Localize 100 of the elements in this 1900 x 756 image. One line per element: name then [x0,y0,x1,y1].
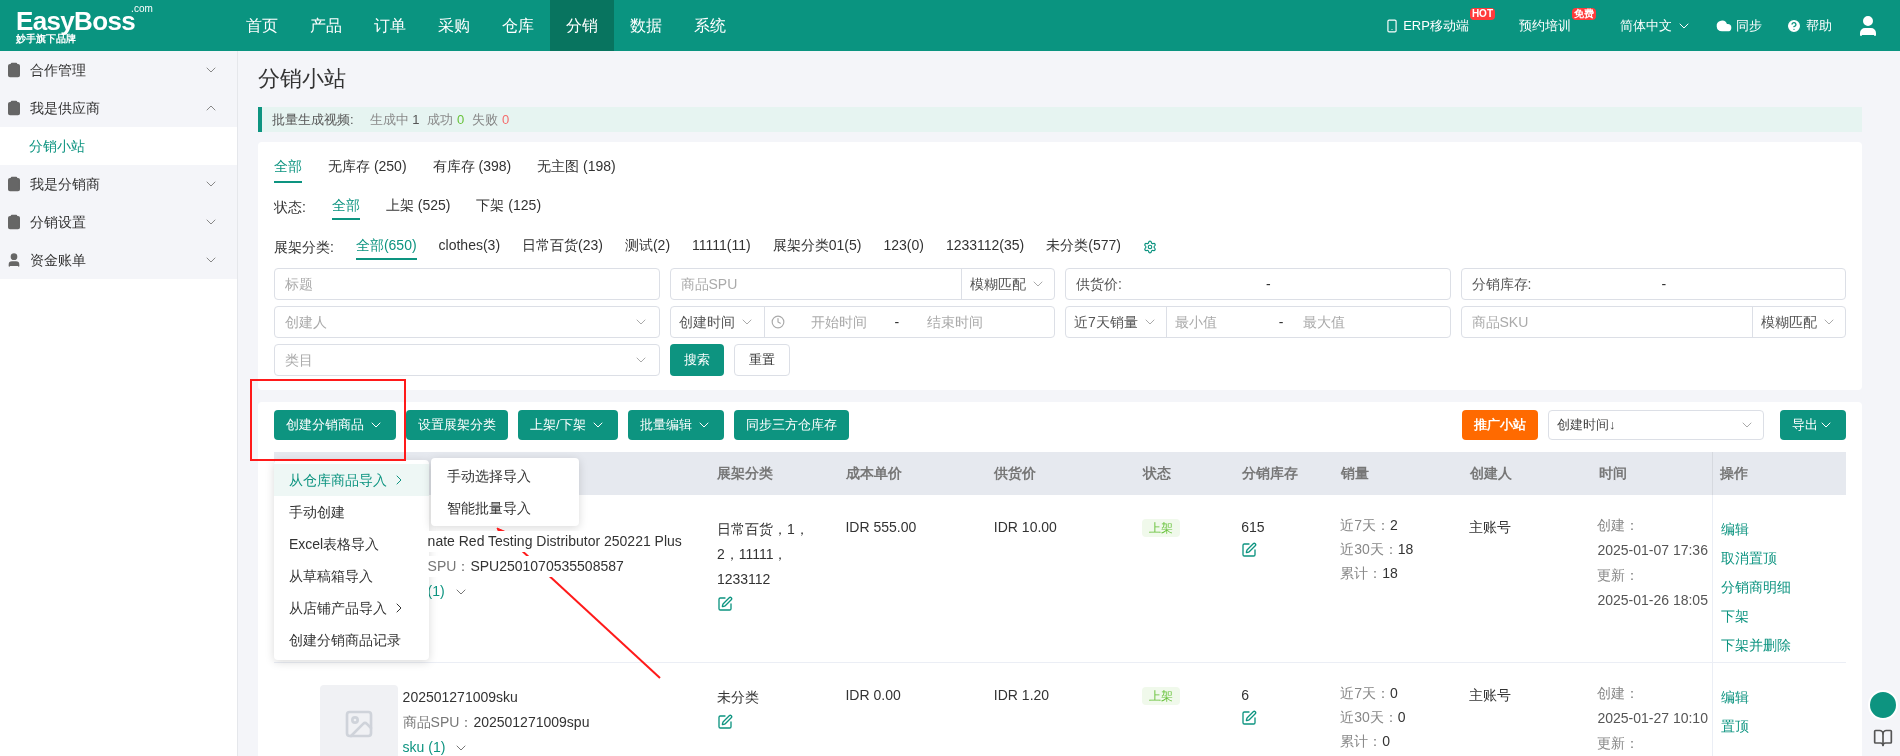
toolbar-button[interactable]: 批量编辑 [627,410,724,440]
mobile-button[interactable]: ERP移动端 [1385,11,1469,40]
help-button[interactable]: 帮助 [1786,11,1832,40]
spu-value: 202501271009spu [473,713,590,732]
banner-stat: 成功 0 [427,110,465,129]
toolbar-button[interactable]: 创建分销商品 [274,410,396,440]
action-link[interactable]: 编辑 [1721,519,1838,540]
promote-button[interactable]: 推广小站 [1462,410,1538,440]
menu-item[interactable]: 从仓库商品导入 [274,464,429,496]
help-icon [1786,17,1802,34]
sidebar-subitem[interactable]: 分销小站 [0,127,237,165]
filter-tab[interactable]: 无库存 (250) [328,155,407,183]
clipboard-icon [6,100,22,116]
menu-item[interactable]: 从草稿箱导入 [274,560,429,592]
menu-item[interactable]: 手动选择导入 [431,460,579,492]
sales-type-select[interactable]: 近7天销量 [1066,307,1167,337]
sales-range-field[interactable]: 近7天销量 最小值 - 最大值 [1065,306,1451,338]
action-link[interactable]: 取消置顶 [1721,548,1838,569]
filter-option[interactable]: 全部(650) [355,234,417,260]
filter-option[interactable]: 未分类(577) [1046,234,1121,260]
match-select[interactable]: 模糊匹配 [961,269,1054,299]
sort-select[interactable]: 创建时间↓ [1548,410,1764,440]
filter-option[interactable]: 测试(2) [624,234,671,260]
filter-tab[interactable]: 无主图 (198) [537,155,616,183]
nav-item[interactable]: 仓库 [486,0,550,51]
nav-item[interactable]: 产品 [294,0,358,51]
nav-item[interactable]: 分销 [550,0,614,51]
filter-option[interactable]: 展架分类01(5) [772,234,862,260]
menu-item[interactable]: Excel表格导入 [274,528,429,560]
field-placeholder: 最小值 [1174,312,1217,332]
sidebar-item[interactable]: 资金账单 [0,241,237,279]
match-select[interactable]: 模糊匹配 [1752,307,1845,337]
menu-item[interactable]: 从店铺产品导入 [274,592,429,624]
action-link[interactable]: 下架 [1721,606,1838,627]
sidebar-label: 我是供应商 [30,98,100,118]
nav-item[interactable]: 系统 [678,0,742,51]
filter-option[interactable]: 上架 (525) [385,194,451,220]
sales-label: 累计： [1340,564,1383,583]
assistant-avatar[interactable] [1868,690,1898,720]
menu-item[interactable]: 智能批量导入 [431,492,579,524]
help-book-icon[interactable] [1873,728,1893,748]
field-placeholder: 商品SPU [679,274,739,294]
filter-option[interactable]: 11111(11) [692,234,751,260]
nav-item[interactable]: 首页 [230,0,294,51]
column-header: 时间 [1598,464,1627,483]
filter-option[interactable]: 123(0) [883,234,924,260]
sidebar-label: 我是分销商 [30,174,100,194]
filter-option[interactable]: 下架 (125) [476,194,542,220]
sync-button[interactable]: 同步 [1716,11,1762,40]
sidebar-item[interactable]: 我是供应商 [0,89,237,127]
filter-tab[interactable]: 有库存 (398) [432,155,512,183]
reset-button[interactable]: 重置 [733,344,790,376]
column-header: 销量 [1341,464,1370,483]
cost-price: IDR 555.00 [845,519,917,535]
field-label: 分销库存: [1471,274,1533,294]
filter-option[interactable]: clothes(3) [438,234,501,260]
spu-field[interactable]: 商品SPU 模糊匹配 [669,268,1055,300]
menu-item[interactable]: 手动创建 [274,496,429,528]
sku-link[interactable]: sku (1) [402,737,590,756]
action-link[interactable]: 分销商明细 [1721,577,1838,598]
export-button[interactable]: 导出 [1780,410,1846,440]
price-range-field[interactable]: 供货价: - [1065,268,1451,300]
creator-name: 主账号 [1468,687,1511,703]
toolbar-button[interactable]: 上架/下架 [518,410,618,440]
date-type-select[interactable]: 创建时间 [670,307,765,337]
sidebar-item[interactable]: 合作管理 [0,51,237,89]
sidebar-item[interactable]: 我是分销商 [0,165,237,203]
range-separator: - [1266,274,1271,294]
action-link[interactable]: 下架并删除 [1721,635,1838,656]
filter-option[interactable]: 1233112(35) [945,234,1025,260]
language-button[interactable]: 简体中文 [1620,11,1692,40]
settings-icon[interactable] [1142,240,1157,254]
nav-item[interactable]: 采购 [422,0,486,51]
sidebar-item[interactable]: 分销设置 [0,203,237,241]
sales-label: 近7天： [1340,684,1390,703]
toolbar-button[interactable]: 同步三方仓库存 [733,410,849,440]
edit-icon[interactable] [1241,542,1258,558]
edit-icon[interactable] [716,714,733,730]
action-link[interactable]: 编辑 [1721,687,1838,708]
supply-price: IDR 1.20 [993,687,1050,703]
filter-option[interactable]: 全部 [331,194,360,220]
time-value: 2025-01-26 18:05 [1597,591,1706,610]
filter-tab[interactable]: 全部 [274,155,302,183]
training-button[interactable]: 预约培训 [1519,11,1571,40]
toolbar-button[interactable]: 设置展架分类 [406,410,508,440]
column-header: 展架分类 [717,464,774,483]
date-range-field[interactable]: 创建时间 开始时间 - 结束时间 [669,306,1055,338]
range-separator: - [1278,312,1284,332]
stock-range-field[interactable]: 分销库存: - [1460,268,1846,300]
sales-label: 累计： [1340,732,1383,751]
menu-item[interactable]: 创建分销商品记录 [274,624,429,656]
edit-icon[interactable] [716,596,733,612]
search-button[interactable]: 搜索 [669,344,724,376]
banner-label: 批量生成视频: [272,110,354,129]
filter-option[interactable]: 日常百货(23) [522,234,603,260]
edit-icon[interactable] [1241,710,1258,726]
action-link[interactable]: 置顶 [1721,716,1838,737]
nav-item[interactable]: 数据 [614,0,678,51]
nav-item[interactable]: 订单 [358,0,422,51]
sku-field[interactable]: 商品SKU 模糊匹配 [1460,306,1846,338]
